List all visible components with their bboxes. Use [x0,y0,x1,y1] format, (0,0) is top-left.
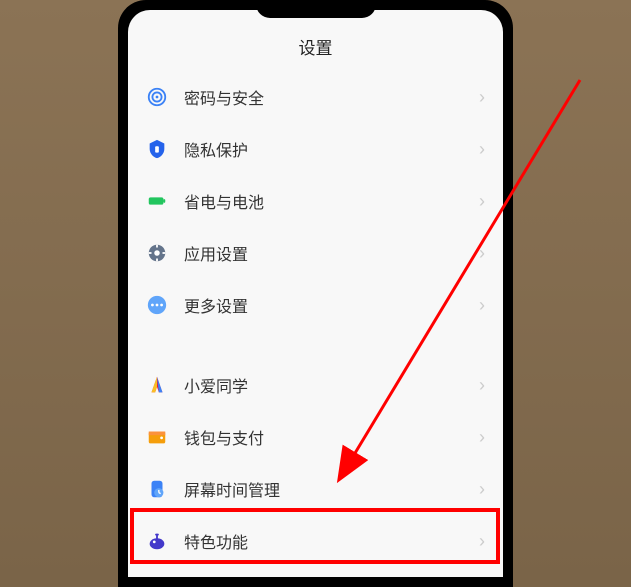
item-label: 隐私保护 [184,137,479,161]
settings-screen: 设置 密码与安全 › 隐私保护 › 省电与电池 [128,10,503,577]
settings-list: 密码与安全 › 隐私保护 › 省电与电池 › [128,71,503,567]
battery-icon [146,190,168,212]
xiaoai-icon [146,374,168,396]
chevron-right-icon: › [479,427,485,448]
item-screen-time[interactable]: 屏幕时间管理 › [146,463,485,515]
item-label: 应用设置 [184,241,479,265]
item-password-security[interactable]: 密码与安全 › [146,71,485,123]
wallet-icon [146,426,168,448]
chevron-right-icon: › [479,243,485,264]
gear-icon [146,242,168,264]
item-special-features[interactable]: 特色功能 › [146,515,485,567]
phone-notch [256,0,376,18]
item-privacy-protection[interactable]: 隐私保护 › [146,123,485,175]
chevron-right-icon: › [479,139,485,160]
item-label: 钱包与支付 [184,425,479,449]
page-title: 设置 [128,10,503,71]
item-battery[interactable]: 省电与电池 › [146,175,485,227]
fingerprint-icon [146,86,168,108]
item-xiaoai[interactable]: 小爱同学 › [146,359,485,411]
chevron-right-icon: › [479,531,485,552]
feature-icon [146,530,168,552]
item-label: 屏幕时间管理 [184,477,479,501]
item-wallet-pay[interactable]: 钱包与支付 › [146,411,485,463]
screentime-icon [146,478,168,500]
chevron-right-icon: › [479,295,485,316]
group-gap [146,331,485,359]
phone-frame: 设置 密码与安全 › 隐私保护 › 省电与电池 [118,0,513,587]
item-label: 省电与电池 [184,189,479,213]
chevron-right-icon: › [479,87,485,108]
chevron-right-icon: › [479,479,485,500]
chevron-right-icon: › [479,191,485,212]
item-label: 特色功能 [184,529,479,553]
dots-icon [146,294,168,316]
item-app-settings[interactable]: 应用设置 › [146,227,485,279]
item-label: 小爱同学 [184,373,479,397]
shield-icon [146,138,168,160]
item-more-settings[interactable]: 更多设置 › [146,279,485,331]
item-label: 密码与安全 [184,85,479,109]
chevron-right-icon: › [479,375,485,396]
item-label: 更多设置 [184,293,479,317]
